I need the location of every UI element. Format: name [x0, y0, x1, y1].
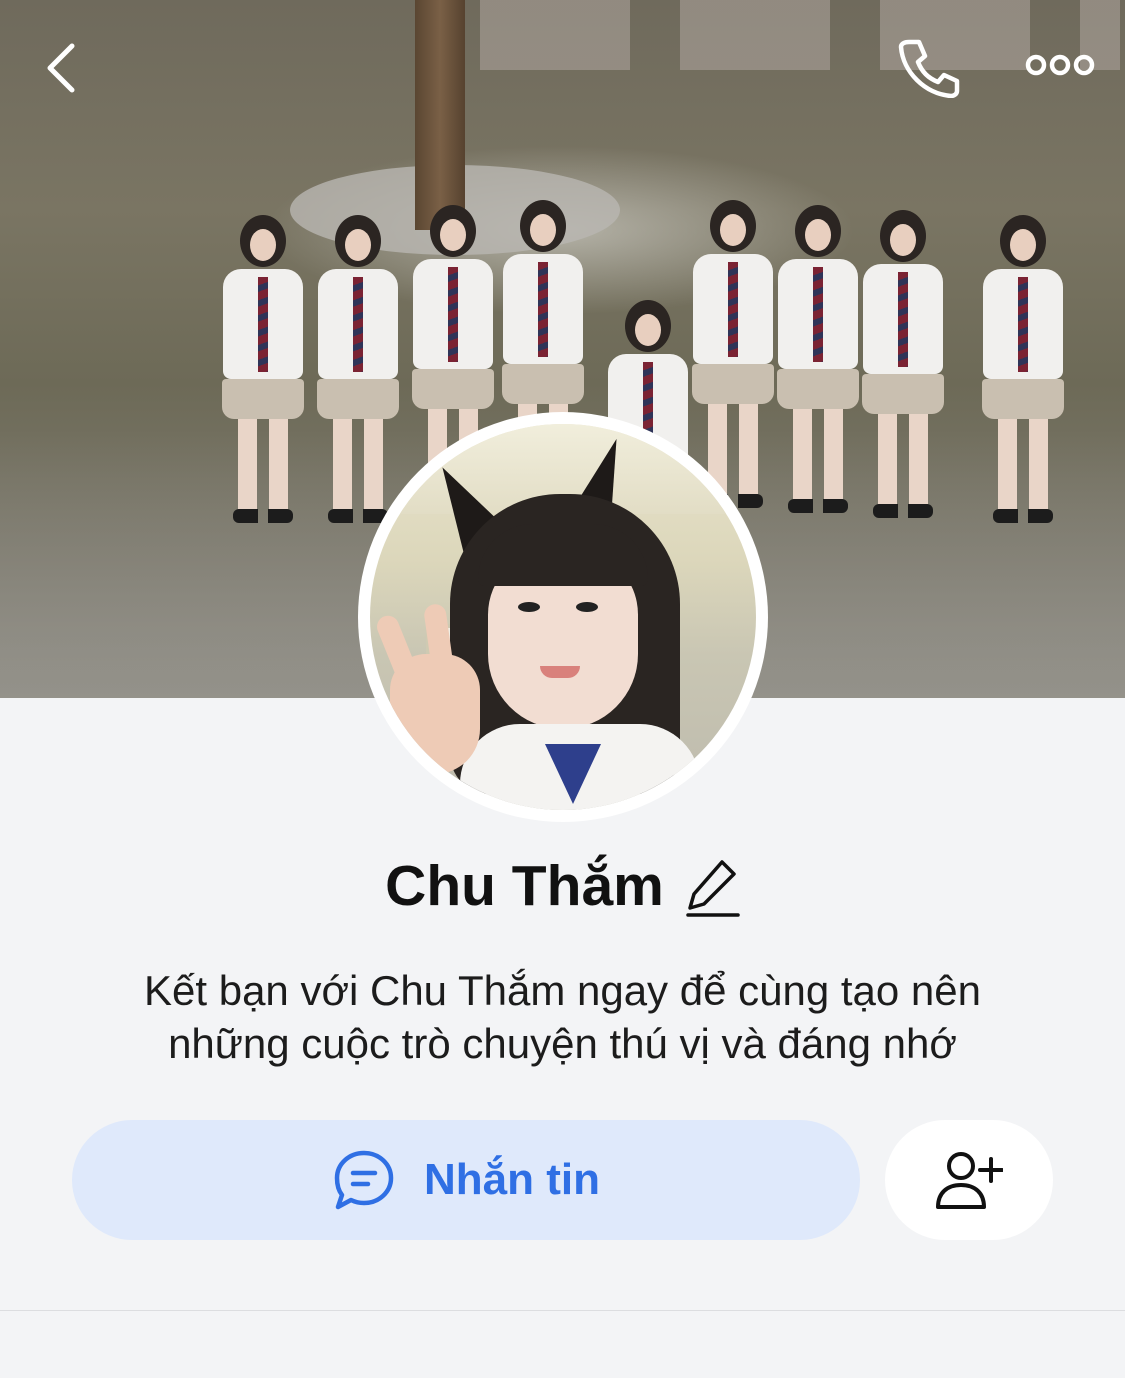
- add-user-icon: [936, 1152, 1003, 1209]
- friend-suggestion-text: Kết bạn với Chu Thắm ngay để cùng tạo nê…: [60, 964, 1065, 1070]
- more-horizontal-icon[interactable]: [1024, 48, 1096, 82]
- chevron-left-icon[interactable]: [40, 40, 84, 96]
- chat-bubble-icon: [334, 1150, 394, 1210]
- message-button[interactable]: Nhắn tin: [72, 1120, 860, 1240]
- pencil-icon[interactable]: [686, 856, 740, 918]
- avatar-photo: [370, 424, 756, 810]
- section-divider: [0, 1310, 1125, 1311]
- cover-student: [215, 215, 310, 523]
- add-friend-button[interactable]: [885, 1120, 1053, 1240]
- cover-student: [855, 210, 950, 518]
- cover-student: [770, 205, 865, 513]
- avatar[interactable]: [358, 412, 768, 822]
- intro-line-2: những cuộc trò chuyện thú vị và đáng nhớ: [168, 1020, 957, 1067]
- profile-name-row: Chu Thắm: [0, 850, 1125, 922]
- cover-student: [975, 215, 1070, 523]
- profile-name: Chu Thắm: [385, 854, 664, 918]
- phone-icon[interactable]: [895, 36, 961, 98]
- message-button-label: Nhắn tin: [424, 1155, 600, 1204]
- intro-line-1: Kết bạn với Chu Thắm ngay để cùng tạo nê…: [144, 967, 981, 1014]
